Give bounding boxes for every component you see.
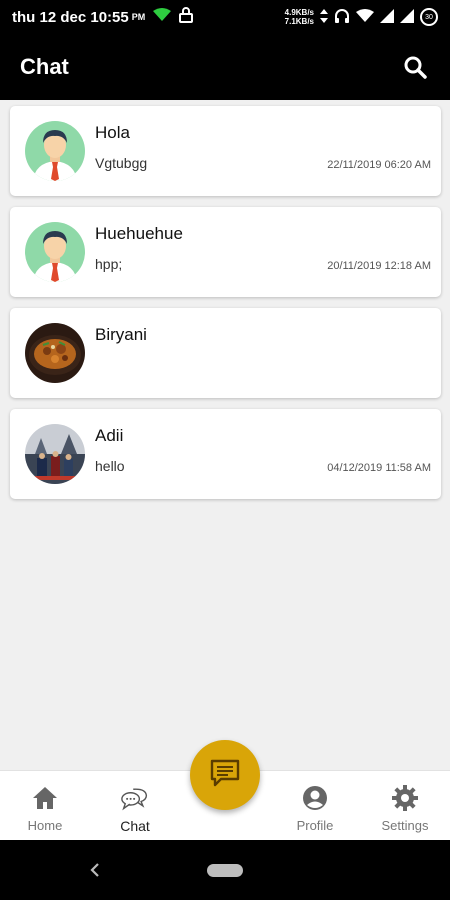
chat-last-message: Vgtubgg — [95, 155, 148, 171]
chat-last-message: hello — [95, 458, 125, 474]
home-icon — [31, 784, 59, 812]
nav-settings[interactable]: Settings — [360, 771, 450, 841]
home-pill[interactable] — [207, 864, 243, 877]
status-bar: thu 12 dec 10:55 PM 4.9KB/s 7.1KB/s 30 — [0, 0, 450, 34]
lock-icon — [179, 7, 194, 27]
person-avatar — [25, 222, 85, 282]
nav-profile[interactable]: Profile — [270, 771, 360, 841]
data-arrows-icon — [320, 8, 328, 26]
message-icon — [209, 758, 241, 793]
battery-icon: 30 — [420, 8, 438, 26]
cell-signal-2-icon — [400, 8, 414, 26]
chat-timestamp: 04/12/2019 11:58 AM — [327, 462, 431, 474]
chat-item[interactable]: Adii hello 04/12/2019 11:58 AM — [10, 409, 441, 499]
nav-home[interactable]: Home — [0, 771, 90, 841]
food-photo — [25, 323, 85, 383]
chat-item[interactable]: Hola Vgtubgg 22/11/2019 06:20 AM — [10, 106, 441, 196]
new-message-fab[interactable] — [190, 740, 260, 810]
game-photo — [25, 424, 85, 484]
profile-icon — [301, 784, 329, 812]
nav-home-label: Home — [27, 818, 63, 833]
nav-profile-label: Profile — [296, 818, 334, 833]
status-ampm: PM — [131, 12, 146, 22]
network-speed: 4.9KB/s 7.1KB/s — [285, 8, 314, 26]
app-bar: Chat — [0, 34, 450, 100]
wifi-signal-icon — [356, 8, 374, 26]
nav-chat-label: Chat — [120, 818, 150, 834]
chat-timestamp: 22/11/2019 06:20 AM — [327, 159, 431, 171]
chat-item[interactable]: Biryani — [10, 308, 441, 398]
back-icon[interactable] — [86, 858, 104, 882]
nav-chat[interactable]: Chat — [90, 771, 180, 841]
search-icon[interactable] — [400, 52, 430, 82]
chat-name: Adii — [95, 426, 124, 445]
battery-level: 30 — [425, 13, 433, 21]
chat-last-message: hpp; — [95, 256, 123, 272]
chat-name: Biryani — [95, 325, 147, 344]
net-up-speed: 4.9KB/s — [284, 8, 314, 17]
gear-icon — [391, 784, 419, 812]
headphones-icon — [334, 8, 350, 27]
chat-bubbles-icon — [121, 784, 149, 812]
person-avatar — [25, 121, 85, 181]
chat-name: Huehuehue — [95, 224, 183, 243]
chat-item[interactable]: Huehuehue hpp; 20/11/2019 12:18 AM — [10, 207, 441, 297]
page-title: Chat — [20, 54, 69, 79]
wifi-icon — [153, 8, 172, 26]
chat-name: Hola — [95, 123, 130, 142]
nav-settings-label: Settings — [381, 818, 429, 833]
status-time: thu 12 dec 10:55 — [12, 8, 129, 26]
net-down-speed: 7.1KB/s — [284, 17, 314, 26]
cell-signal-icon — [380, 8, 394, 26]
chat-timestamp: 20/11/2019 12:18 AM — [327, 260, 431, 272]
system-nav-bar — [0, 840, 450, 900]
